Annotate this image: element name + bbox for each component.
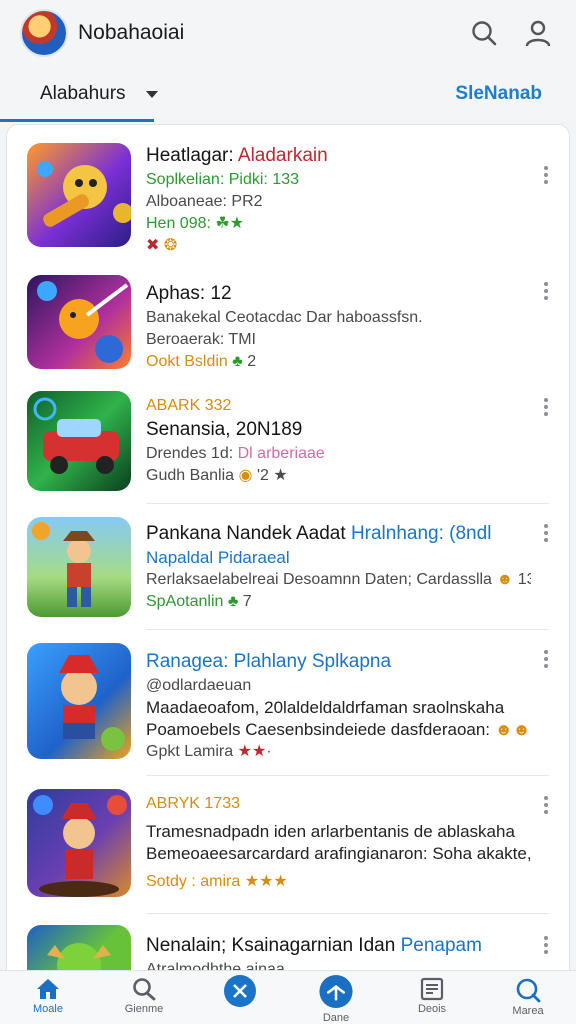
- bottom-navigation: Moale Gienme Dane Deois Marea: [0, 970, 576, 1024]
- item-meta: Beroaerak: TMI: [146, 331, 256, 348]
- nav-label: Dane: [322, 1012, 350, 1024]
- game-thumbnail: [27, 391, 131, 491]
- item-description: Tramesnadpadn iden arlarbentanis de abla…: [146, 822, 515, 841]
- search-icon[interactable]: [466, 15, 502, 51]
- nav-more[interactable]: Marea: [480, 971, 576, 1024]
- nav-games[interactable]: Dane: [288, 971, 384, 1024]
- item-description: Maadaeoafom, 20laldeldaldrfaman sraolnsk…: [146, 698, 505, 717]
- more-options-icon[interactable]: [541, 395, 551, 423]
- item-description-2: Poamoebels Caesenbsindeiede dasfderaoan:…: [146, 720, 531, 739]
- item-handle: @odlardaeuan: [146, 677, 252, 694]
- nav-home[interactable]: Moale: [0, 971, 96, 1024]
- app-list: Heatlagar: Aladarkain Soplkelian: Pidki:…: [6, 124, 570, 984]
- item-subtitle: Napaldal Pidaraeal: [146, 548, 290, 567]
- divider: [146, 629, 549, 630]
- nav-center[interactable]: [192, 971, 288, 1024]
- home-icon: [37, 979, 59, 999]
- item-description-2: Bemeoaeesarcardard arafingianaron: Soha …: [146, 844, 531, 863]
- app-title: Nobahaoiai: [78, 21, 185, 44]
- more-options-icon[interactable]: [541, 933, 551, 961]
- item-rating: Ookt Bsldin ♣ 2: [146, 353, 257, 370]
- item-title: Senansia, 20N189: [146, 419, 303, 440]
- divider: [146, 775, 549, 776]
- more-options-icon[interactable]: [541, 163, 551, 191]
- item-meta: Drendes 1d: Dl arberiaae: [146, 445, 325, 462]
- avatar[interactable]: [20, 9, 68, 57]
- more-options-icon[interactable]: [541, 647, 551, 675]
- divider: [146, 913, 549, 914]
- item-description: Rerlaksaelabelreai Desoamnn Daten; Carda…: [146, 571, 531, 588]
- tabs-row: Alabahurs SleNanab: [0, 66, 576, 122]
- item-subtitle: Soplkelian: Pidki: 133: [146, 171, 299, 188]
- divider: [146, 503, 549, 504]
- list-item[interactable]: ABARK 332 Senansia, 20N189 Drendes 1d: D…: [7, 391, 569, 503]
- nav-label: Marea: [512, 1005, 544, 1017]
- item-rating: Gpkt Lamira ★★·: [146, 743, 272, 760]
- item-title: Pankana Nandek Aadat Hralnhang: (8ndl: [146, 523, 492, 544]
- item-tag: ABRYK 1733: [146, 795, 240, 812]
- nav-label: Deois: [417, 1003, 447, 1015]
- list-item[interactable]: Pankana Nandek Aadat Hralnhang: (8ndl Na…: [7, 517, 569, 629]
- search-icon: [133, 978, 156, 1001]
- item-meta: Alboaneae: PR2: [146, 193, 263, 210]
- tab-left-label: Alabahurs: [40, 83, 126, 104]
- game-thumbnail: [27, 643, 131, 759]
- tab-indicator: [0, 119, 154, 122]
- more-options-icon[interactable]: [541, 793, 551, 821]
- games-icon: [319, 974, 353, 1009]
- more-options-icon[interactable]: [541, 279, 551, 307]
- item-title: Nenalain; Ksainagarnian Idan Penapam: [146, 935, 482, 956]
- nav-news[interactable]: Deois: [384, 971, 480, 1024]
- tab-right[interactable]: SleNanab: [455, 83, 542, 105]
- game-thumbnail: [27, 517, 131, 617]
- item-badges: ✖ ❂: [146, 237, 178, 254]
- game-thumbnail: [27, 275, 131, 369]
- item-rating: Hen 098: ☘★: [146, 215, 245, 232]
- list-item[interactable]: Ranagea: Plahlany Splkapna @odlardaeuan …: [7, 643, 569, 773]
- list-item[interactable]: Heatlagar: Aladarkain Soplkelian: Pidki:…: [7, 143, 569, 261]
- item-description: Banakekal Ceotacdac Dar haboassfsn.: [146, 309, 423, 326]
- news-icon: [420, 977, 444, 1001]
- item-rating: Sotdy : amira ★★★: [146, 873, 288, 890]
- more-options-icon[interactable]: [541, 521, 551, 549]
- account-icon[interactable]: [520, 15, 556, 51]
- list-item[interactable]: Aphas: 12 Banakekal Ceotacdac Dar haboas…: [7, 275, 569, 387]
- x-circle-icon: [224, 975, 256, 1007]
- search-alt-icon: [516, 978, 541, 1003]
- top-app-bar: Nobahaoiai: [0, 0, 576, 66]
- game-thumbnail: [27, 789, 131, 897]
- nav-label: Moale: [33, 1003, 63, 1015]
- nav-label: Gienme: [124, 1003, 164, 1015]
- chevron-down-icon: [145, 90, 158, 98]
- item-title: Heatlagar: Aladarkain: [146, 145, 328, 166]
- item-rating: SpAotanlin ♣ 7: [146, 593, 252, 610]
- item-title: Aphas: 12: [146, 283, 232, 304]
- item-tag: ABARK 332: [146, 397, 232, 414]
- nav-search[interactable]: Gienme: [96, 971, 192, 1024]
- list-item[interactable]: ABRYK 1733 Tramesnadpadn iden arlarbenta…: [7, 789, 569, 913]
- item-title: Ranagea: Plahlany Splkapna: [146, 651, 392, 672]
- game-thumbnail: [27, 143, 131, 247]
- tab-dropdown[interactable]: Alabahurs: [40, 83, 158, 105]
- item-rating: Gudh Banlia ◉ '2 ★: [146, 467, 288, 484]
